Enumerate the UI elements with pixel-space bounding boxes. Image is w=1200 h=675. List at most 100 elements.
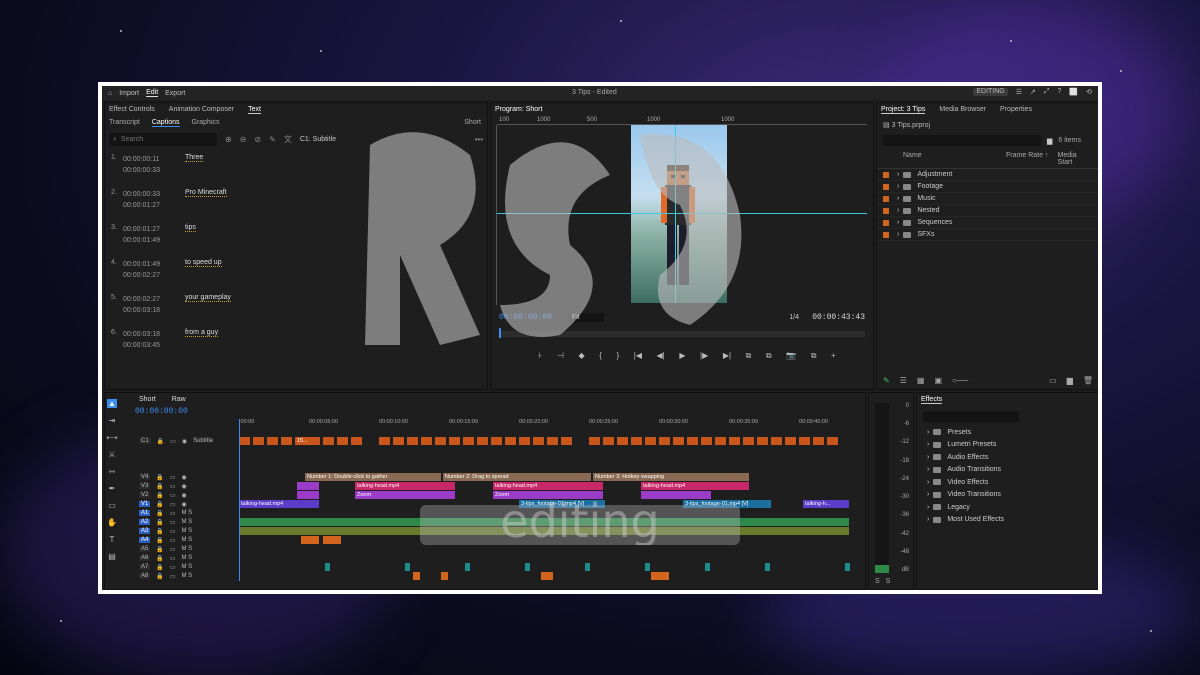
add-marker-icon[interactable]: ◆ [579, 351, 585, 361]
effects-folder[interactable]: › Audio Transitions [917, 464, 1098, 477]
sync-icon[interactable]: ▭ [170, 483, 176, 490]
comparison-icon[interactable]: ⧉ [811, 351, 817, 361]
track-id[interactable]: V4 [139, 474, 151, 480]
audio-clip[interactable] [323, 536, 341, 544]
caption-text[interactable]: Pro Minecraft [185, 189, 227, 197]
mic-icon[interactable]: M S [182, 564, 193, 570]
track-header[interactable]: A2 🔒 ▭ M S [139, 518, 235, 526]
window-icon[interactable]: ⬜ [1069, 88, 1078, 96]
video-clip[interactable]: 3-tips_footage-01.mp4 [V] [519, 500, 605, 508]
track-id[interactable]: A3 [139, 528, 151, 534]
tab-media-browser[interactable]: Media Browser [939, 106, 986, 114]
chevron-right-icon[interactable]: › [927, 516, 929, 523]
caption-clip[interactable] [337, 437, 348, 445]
zoom-slider[interactable]: ○── [952, 376, 968, 385]
caption-clip[interactable] [687, 437, 698, 445]
rectangle-icon[interactable]: ▭ [108, 501, 116, 510]
track-header[interactable]: A7 🔒 ▭ M S [139, 563, 235, 571]
menu-icon[interactable]: ☰ [1016, 88, 1022, 96]
workspace-badge[interactable]: EDITING [973, 88, 1008, 96]
video-clip[interactable]: 3-tips_footage-01.mp4 [V] [683, 500, 771, 508]
caption-clip[interactable] [351, 437, 362, 445]
lock-icon[interactable]: 🔒 [156, 537, 163, 544]
tab-properties[interactable]: Properties [1000, 106, 1032, 114]
sfx-clip[interactable] [525, 563, 530, 571]
caption-clip[interactable] [757, 437, 768, 445]
audio-clip[interactable] [301, 536, 319, 544]
caption-clip[interactable] [267, 437, 278, 445]
freeform-view-icon[interactable]: ▣ [934, 376, 942, 385]
caption-clip[interactable] [505, 437, 516, 445]
tab-project[interactable]: Project: 3 Tips [881, 106, 926, 114]
sync-icon[interactable]: ▭ [170, 573, 176, 580]
chevron-right-icon[interactable]: › [897, 195, 899, 202]
lock-icon[interactable]: 🔒 [156, 474, 163, 481]
split-icon[interactable]: ⊘ [254, 135, 261, 144]
step-back-icon[interactable]: ◀| [657, 351, 665, 361]
bin-row[interactable]: › SFXs [877, 229, 1098, 241]
camera-icon[interactable]: 📷 [786, 351, 796, 361]
tab-animation-composer[interactable]: Animation Composer [169, 106, 234, 114]
effects-folder[interactable]: › Audio Effects [917, 451, 1098, 464]
caption-item[interactable]: 1. 00:00:00:11 00:00:00:33 Three [111, 154, 481, 189]
caption-clip[interactable] [421, 437, 432, 445]
video-clip[interactable]: talking-head.mp4 [493, 482, 603, 490]
caption-clip[interactable] [827, 437, 838, 445]
sfx-clip[interactable] [413, 572, 420, 580]
caption-tool-icon[interactable]: ▤ [108, 552, 116, 561]
sfx-clip[interactable] [441, 572, 448, 580]
list-view-icon[interactable]: ☰ [900, 376, 907, 385]
playback-resolution[interactable]: 1/4 [789, 314, 799, 321]
timeline-playhead[interactable] [239, 419, 240, 581]
caption-clip[interactable] [743, 437, 754, 445]
track-select-icon[interactable]: ⇥ [109, 416, 116, 425]
chevron-right-icon[interactable]: › [897, 183, 899, 190]
lock-icon[interactable]: 🔒 [156, 555, 163, 562]
track-id[interactable]: A2 [139, 519, 151, 525]
caption-clip[interactable] [253, 437, 264, 445]
bin-row[interactable]: › Nested [877, 205, 1098, 217]
lock-icon[interactable]: 🔒 [156, 483, 163, 490]
playhead-timecode[interactable]: 00:00:00:00 [499, 313, 552, 322]
track-header[interactable]: A5 🔒 ▭ M S [139, 545, 235, 553]
tab-short[interactable]: Short [139, 396, 156, 403]
track-id[interactable]: A4 [139, 537, 151, 543]
lock-icon[interactable]: 🔒 [156, 510, 163, 517]
audio-clip[interactable] [239, 518, 849, 526]
caption-clip[interactable] [477, 437, 488, 445]
go-to-in-icon[interactable]: { [599, 351, 602, 361]
bin-row[interactable]: › Adjustment [877, 169, 1098, 181]
icon-view-icon[interactable]: ▦ [917, 376, 925, 385]
tab-effect-controls[interactable]: Effect Controls [109, 106, 155, 114]
subtab-captions[interactable]: Captions [151, 119, 180, 127]
ripple-edit-icon[interactable]: ⟷ [106, 433, 117, 442]
track-header[interactable]: C1 🔒 ▭ ◉ Subtitle [139, 437, 235, 445]
tab-text[interactable]: Text [248, 106, 261, 114]
sync-icon[interactable]: ▭ [170, 537, 176, 544]
zoom-clip[interactable] [297, 482, 319, 490]
caption-clip[interactable] [533, 437, 544, 445]
caption-clip[interactable] [281, 437, 292, 445]
caption-clip[interactable] [729, 437, 740, 445]
caption-clip[interactable] [561, 437, 572, 445]
track-id[interactable]: A5 [139, 546, 151, 552]
title-clip[interactable]: Number 1: Double-click to gather [305, 473, 441, 481]
caption-clip[interactable] [435, 437, 446, 445]
caption-clip[interactable] [407, 437, 418, 445]
caption-text[interactable]: your gameplay [185, 294, 231, 302]
sfx-clip[interactable] [765, 563, 770, 571]
effects-folder[interactable]: › Legacy [917, 501, 1098, 514]
sfx-clip[interactable] [465, 563, 470, 571]
go-to-start-icon[interactable]: |◀ [634, 351, 642, 361]
home-icon[interactable]: ⌂ [108, 90, 112, 97]
mic-icon[interactable]: M S [182, 528, 193, 534]
share-icon[interactable]: ↗ [1030, 88, 1036, 96]
sfx-clip[interactable] [325, 563, 330, 571]
caption-clip[interactable] [771, 437, 782, 445]
sfx-clip[interactable] [405, 563, 410, 571]
slip-icon[interactable]: ⇿ [109, 467, 116, 476]
caption-item[interactable]: 4. 00:00:01:49 00:00:02:27 to speed up [111, 259, 481, 294]
chevron-right-icon[interactable]: › [897, 171, 899, 178]
column-media-start[interactable]: Media Start [1058, 152, 1093, 166]
timeline-ruler[interactable]: :00:00 00:00:05:00 00:00:10:00 00:00:15:00 0… [239, 419, 851, 429]
